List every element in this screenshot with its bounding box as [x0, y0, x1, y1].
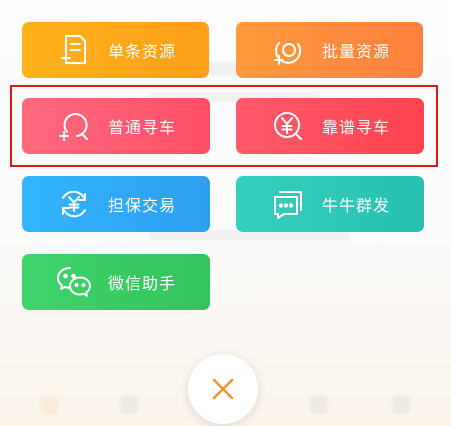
- tile-label: 批量资源: [322, 42, 391, 61]
- yen-cycle-icon: [54, 184, 94, 224]
- yen-search-icon: [268, 106, 308, 146]
- wechat-assistant-button[interactable]: 微信助手: [22, 254, 210, 310]
- batch-resource-button[interactable]: 批量资源: [236, 22, 423, 78]
- guaranteed-trade-button[interactable]: 担保交易: [22, 176, 210, 232]
- refresh-circle-icon: [268, 30, 308, 70]
- tile-label: 普通寻车: [108, 118, 177, 137]
- single-resource-button[interactable]: 单条资源: [22, 22, 209, 78]
- normal-car-search-button[interactable]: 普通寻车: [22, 98, 210, 154]
- group-send-button[interactable]: 牛牛群发: [236, 176, 424, 232]
- tile-label: 微信助手: [108, 274, 177, 293]
- close-button[interactable]: [188, 354, 258, 424]
- tile-label: 牛牛群发: [322, 196, 391, 215]
- reliable-car-search-button[interactable]: 靠谱寻车: [236, 98, 424, 154]
- close-icon: [212, 378, 234, 400]
- search-add-icon: [54, 106, 94, 146]
- chat-stack-icon: [268, 184, 308, 224]
- tile-label: 单条资源: [108, 42, 177, 61]
- wechat-icon: [54, 262, 94, 302]
- tile-label: 担保交易: [108, 196, 177, 215]
- document-add-icon: [54, 30, 94, 70]
- tile-label: 靠谱寻车: [322, 118, 391, 137]
